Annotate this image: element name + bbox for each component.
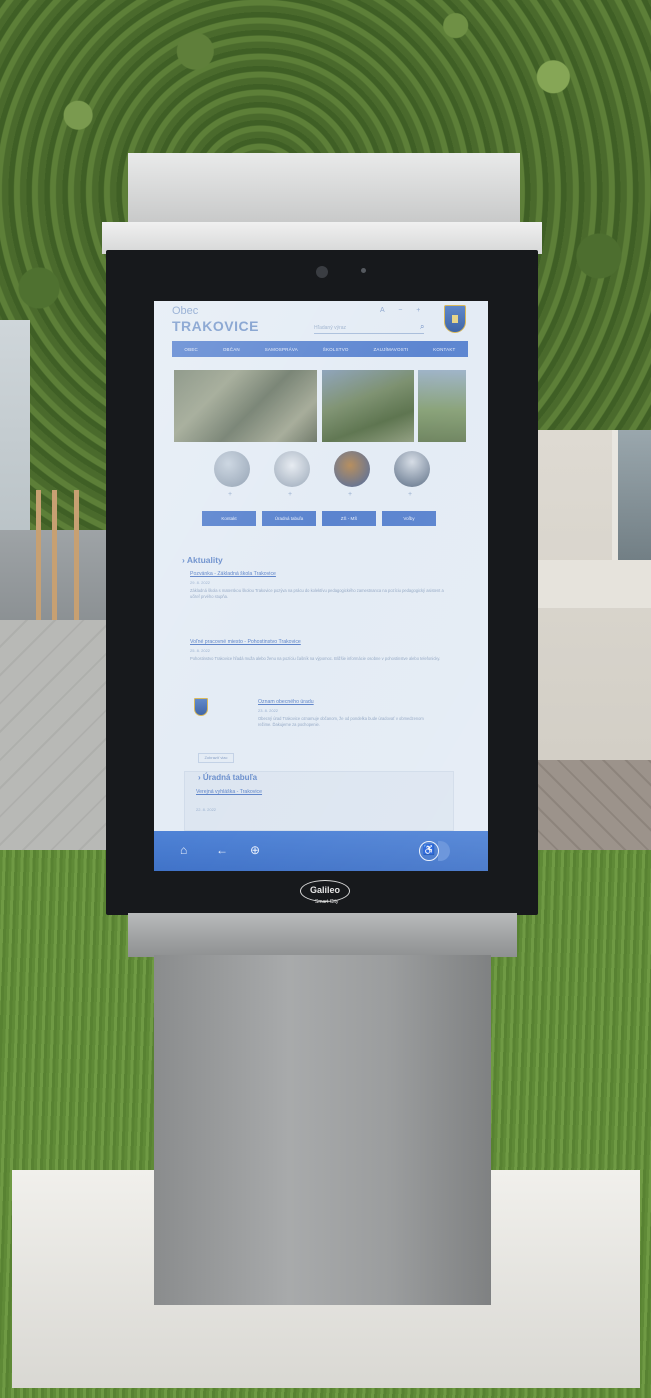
nav-item-kontakt[interactable]: KONTAKT [433, 347, 455, 352]
news-excerpt: Základná škola s materskou školou Trakov… [190, 588, 444, 599]
news-section-title: › Aktuality [182, 555, 223, 565]
main-nav: OBEC OBČAN SAMOSPRÁVA ŠKOLSTVO ZAUJÍMAVO… [172, 341, 468, 357]
tree-stake [74, 490, 79, 620]
kiosk-pillar [154, 955, 491, 1305]
wheelchair-icon[interactable]: ♿ [419, 841, 439, 861]
news-link[interactable]: Oznam obecného úradu [258, 699, 314, 705]
accessibility-toggle-track[interactable] [438, 841, 450, 861]
search-icon[interactable]: ⌕ [420, 322, 424, 332]
board-link[interactable]: Verejná vyhláška - Trakovice [196, 789, 262, 795]
kiosk-bottom-bar: ⌂ ← ⊕ ♿ [154, 831, 488, 871]
tile-volby[interactable]: + Voľby [378, 451, 442, 531]
news-crest-icon [194, 698, 208, 716]
kiosk-screen: Obec TRAKOVICE A − + Hľadaný výraz ⌕ OBE… [154, 301, 488, 871]
news-date: 29. 8. 2022 [190, 580, 211, 585]
tile-uradna-tabula[interactable]: + Úradná tabuľa [258, 451, 322, 531]
nav-item-obec[interactable]: OBEC [184, 347, 198, 352]
tile-image [334, 451, 370, 487]
street [0, 530, 120, 620]
banner-photo-aerial [174, 370, 317, 442]
nav-item-skolstvo[interactable]: ŠKOLSTVO [323, 347, 349, 352]
news-excerpt: Obecný úrad Trakovice oznamuje občanom, … [258, 716, 424, 727]
plus-icon: + [228, 491, 233, 498]
brand-name: Galileo [309, 885, 340, 895]
site-municipality-name[interactable]: TRAKOVICE [172, 318, 259, 334]
camera-lens [316, 266, 328, 278]
nav-item-zaujimavosti[interactable]: ZAUJÍMAVOSTI [373, 347, 408, 352]
proximity-sensor [361, 268, 366, 273]
tile-image [274, 451, 310, 487]
show-more-button[interactable]: Zobraziť viac [198, 753, 234, 763]
site-obec-label: Obec [172, 305, 199, 317]
news-title-text: Aktuality [186, 555, 223, 565]
house-sill [523, 560, 651, 608]
back-icon[interactable]: ← [216, 843, 228, 857]
quick-tiles: + Kontakt + Úradná tabuľa + ZŠ - MŠ + Vo… [198, 451, 438, 531]
board-section-title: › Úradná tabuľa [198, 773, 258, 782]
tile-image [214, 451, 250, 487]
tree-stake [52, 490, 57, 620]
banner-photo-church [322, 370, 414, 442]
news-excerpt: Pohostinstvo Trakovice hľadá muža alebo … [190, 656, 441, 661]
nav-item-samosprava[interactable]: SAMOSPRÁVA [265, 347, 298, 352]
news-date: 25. 8. 2022 [190, 648, 211, 653]
banner-photo-statue [418, 370, 466, 442]
zoom-icon[interactable]: ⊕ [250, 843, 260, 857]
board-date: 22. 8. 2022 [196, 807, 217, 812]
tile-zs-ms[interactable]: + ZŠ - MŠ [318, 451, 382, 531]
kiosk-brand-logo: Galileo Smart City [300, 880, 350, 905]
nav-item-obcan[interactable]: OBČAN [223, 347, 240, 352]
sky-left [0, 320, 30, 550]
photo-banner [174, 370, 466, 442]
plus-icon: + [348, 491, 353, 498]
brand-sub: Smart City [315, 899, 339, 905]
search-input[interactable]: Hľadaný výraz [314, 323, 424, 334]
tree-stake [36, 490, 41, 620]
tile-button[interactable]: ZŠ - MŠ [322, 511, 376, 526]
home-icon[interactable]: ⌂ [180, 843, 187, 857]
news-link[interactable]: Voľné pracovné miesto - Pohostinstvo Tra… [190, 639, 301, 645]
kiosk-speaker-band [128, 913, 517, 957]
tile-image [394, 451, 430, 487]
tile-button[interactable]: Voľby [382, 511, 436, 526]
plus-icon: + [288, 491, 293, 498]
plus-icon: + [408, 491, 413, 498]
house-window [612, 430, 651, 570]
tile-kontakt[interactable]: + Kontakt [198, 451, 262, 531]
site-header: Obec TRAKOVICE A − + Hľadaný výraz ⌕ [154, 301, 488, 339]
news-link[interactable]: Pozvánka - Základná škola Trakovice [190, 571, 276, 577]
accessibility-tools[interactable]: A − + [380, 307, 426, 314]
tile-button[interactable]: Úradná tabuľa [262, 511, 316, 526]
kiosk-top-cap [128, 153, 520, 223]
news-date: 23. 8. 2022 [258, 708, 279, 713]
coat-of-arms-icon [444, 305, 466, 333]
tile-button[interactable]: Kontakt [202, 511, 256, 526]
board-title-text: Úradná tabuľa [202, 773, 258, 782]
